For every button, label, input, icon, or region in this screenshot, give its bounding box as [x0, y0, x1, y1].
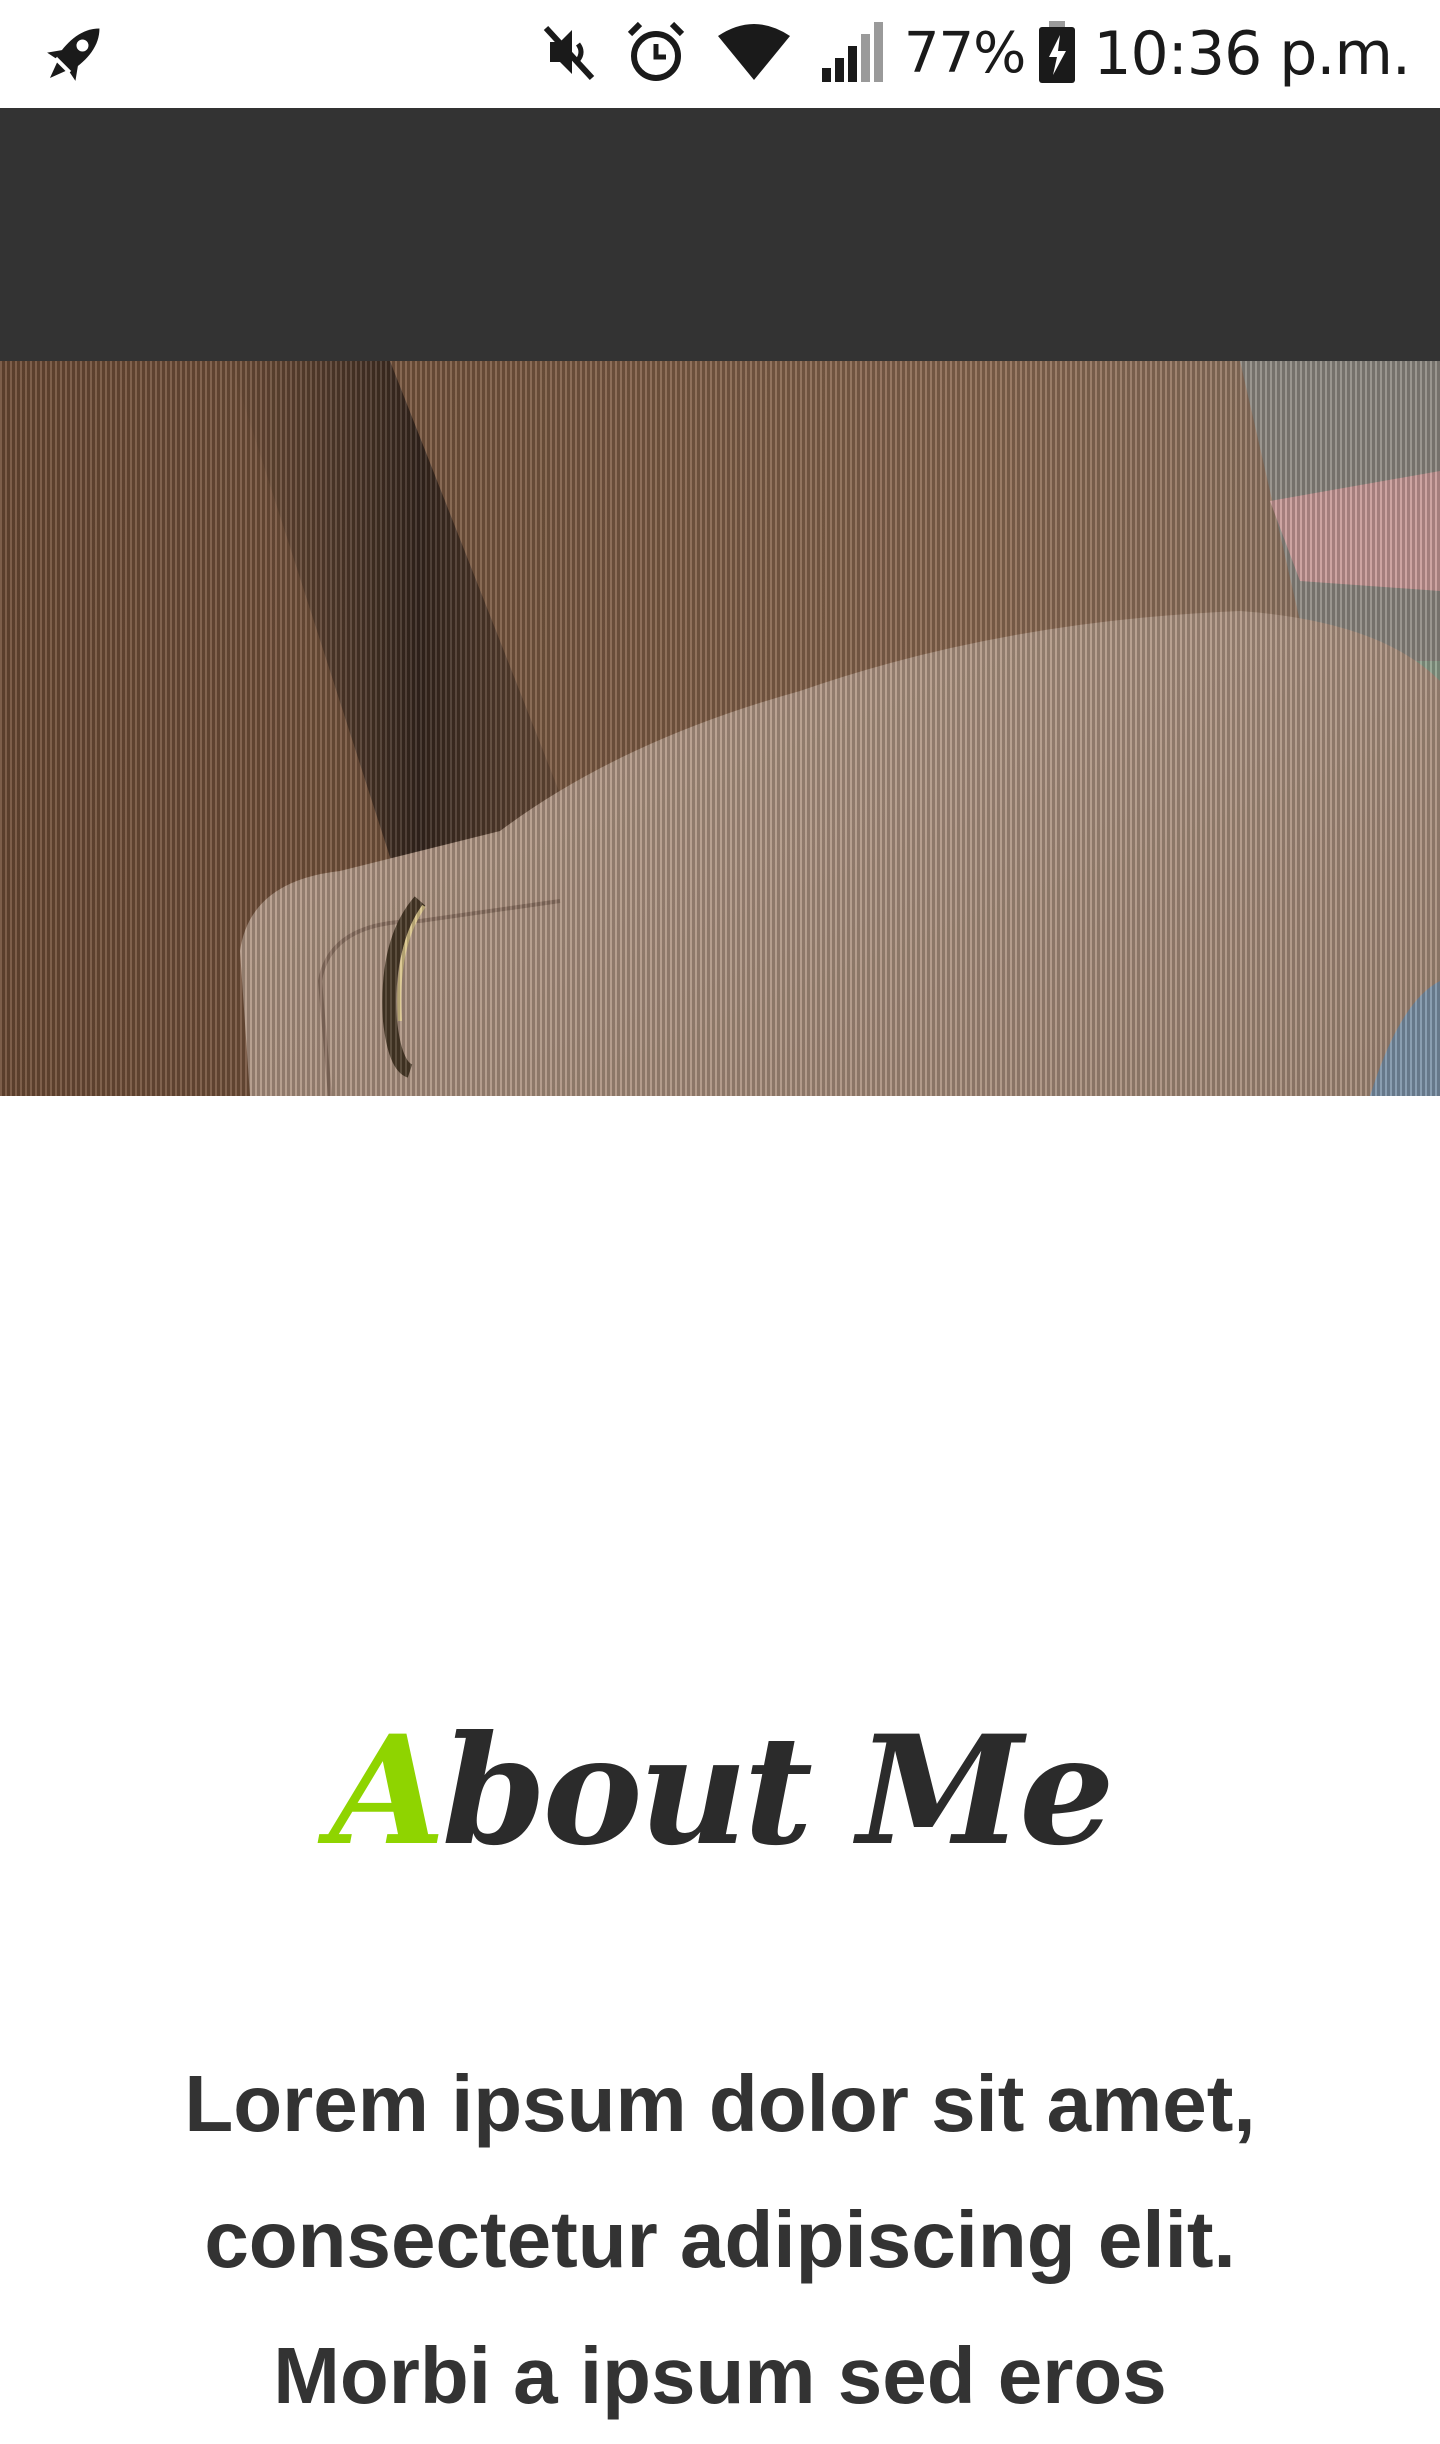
alarm-icon — [624, 20, 688, 89]
battery-charging-icon — [1037, 19, 1077, 90]
about-title-accent: A — [329, 1703, 445, 1879]
mute-icon — [540, 22, 596, 87]
site-header — [0, 108, 1440, 361]
clock: 10:36 p.m. — [1093, 19, 1411, 89]
wifi-icon — [716, 22, 792, 87]
hero-image — [0, 361, 1440, 1096]
about-title-rest: bout Me — [441, 1703, 1115, 1879]
about-section: About Me Lorem ipsum dolor sit amet, con… — [0, 1096, 1440, 2420]
battery-percent: 77% — [903, 21, 1026, 86]
status-icons: 77% 10:36 p.m. — [540, 0, 1411, 108]
status-bar: 77% 10:36 p.m. — [0, 0, 1440, 108]
about-title: About Me — [0, 1706, 1440, 1876]
about-text: Lorem ipsum dolor sit amet, consectetur … — [184, 2059, 1256, 2420]
rocket-icon — [34, 14, 114, 94]
signal-icon — [820, 20, 884, 89]
